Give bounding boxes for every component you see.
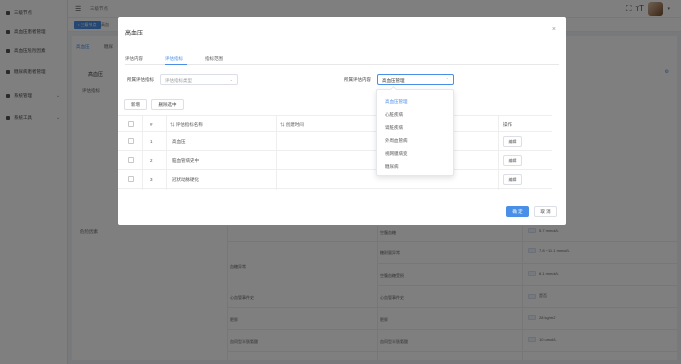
row-checkbox[interactable] <box>128 138 134 144</box>
row-index: 3 <box>150 177 153 182</box>
edit-button[interactable]: 编辑 <box>503 174 522 185</box>
row-name: 脑血管病史中 <box>172 158 199 163</box>
row-index: 1 <box>150 139 153 144</box>
column-header[interactable]: ⇅ 创建时间 <box>280 122 304 128</box>
dropdown-option[interactable]: 肾脏疾病 <box>385 125 403 131</box>
delete-selected-button[interactable]: 删除选中 <box>151 99 184 110</box>
filter-indicator-select[interactable]: 评估指标类型 ⌄ <box>160 74 238 85</box>
dropdown-option[interactable]: 高血压管理 <box>385 99 408 105</box>
chevron-up-icon: ⌃ <box>445 77 449 82</box>
filter-content-select[interactable]: 高血压管理 ⌃ <box>377 74 454 85</box>
tab-range[interactable]: 指标范围 <box>205 56 223 62</box>
row-name: 高血压 <box>172 139 186 144</box>
filter-content-label: 所属评估内容 <box>344 77 371 82</box>
chevron-down-icon: ⌄ <box>229 77 233 82</box>
close-icon[interactable]: × <box>552 26 556 33</box>
tab-indicator[interactable]: 评估指标 <box>165 56 183 62</box>
dropdown-option[interactable]: 视网膜病变 <box>385 151 408 157</box>
edit-button[interactable]: 编辑 <box>503 136 522 147</box>
dropdown-option[interactable]: 外周血管病 <box>385 138 408 144</box>
active-tab-underline <box>165 64 187 65</box>
confirm-button[interactable]: 确 定 <box>506 206 529 217</box>
row-checkbox[interactable] <box>128 176 134 182</box>
dropdown-option[interactable]: 心脏疾病 <box>385 112 403 118</box>
table-header: # ⇅ 评估指标名称 ⇅ 创建时间 操作 <box>118 115 552 132</box>
dropdown-option[interactable]: 糖尿病 <box>385 164 399 170</box>
table-row: 3 冠状动脉硬化 编辑 <box>118 170 552 189</box>
table-row: 1 高血压 编辑 <box>118 132 552 151</box>
column-header: 操作 <box>503 122 512 127</box>
select-value: 高血压管理 <box>382 78 405 83</box>
edit-button[interactable]: 编辑 <box>503 155 522 166</box>
table-row: 2 脑血管病史中 编辑 <box>118 151 552 170</box>
content-dropdown-menu: 高血压管理 心脏疾病 肾脏疾病 外周血管病 视网膜病变 糖尿病 <box>376 85 454 176</box>
add-button[interactable]: 新增 <box>124 99 147 110</box>
row-checkbox[interactable] <box>128 157 134 163</box>
column-header: # <box>150 122 153 127</box>
filter-indicator-label: 所属评估指标 <box>127 77 154 82</box>
column-header[interactable]: ⇅ 评估指标名称 <box>170 122 203 128</box>
select-all-checkbox[interactable] <box>128 121 134 127</box>
row-index: 2 <box>150 158 153 163</box>
cancel-button[interactable]: 取 消 <box>534 206 557 217</box>
modal-tabs: 评估内容 评估指标 指标范围 <box>125 56 559 65</box>
tab-content[interactable]: 评估内容 <box>125 56 143 62</box>
select-placeholder: 评估指标类型 <box>165 78 192 83</box>
modal-title: 高血压 <box>125 31 144 37</box>
row-name: 冠状动脉硬化 <box>172 177 199 182</box>
